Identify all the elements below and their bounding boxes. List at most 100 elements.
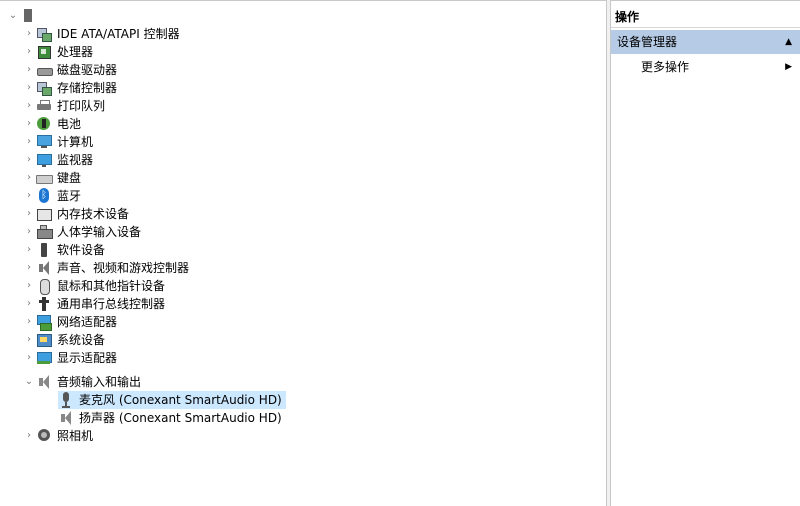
tree-item-label: 蓝牙: [57, 189, 82, 203]
tree-item-computer[interactable]: › 计算机: [22, 133, 93, 151]
processor-icon: [36, 44, 52, 60]
chevron-right-icon[interactable]: ›: [22, 241, 36, 259]
tree-item-software[interactable]: › 软件设备: [22, 241, 105, 259]
chevron-right-icon[interactable]: ›: [22, 349, 36, 367]
tree-item-disk[interactable]: › 磁盘驱动器: [22, 61, 117, 79]
tree-item-audio-io[interactable]: ⌄ 音频输入和输出: [22, 373, 141, 391]
tree-item-label: 人体学输入设备: [57, 225, 142, 239]
submenu-arrow-icon: ▶: [785, 62, 792, 72]
tree-item-speaker[interactable]: 扬声器 (Conexant SmartAudio HD): [58, 409, 282, 427]
tree-item-label: 显示适配器: [57, 351, 118, 365]
tree-item-microphone[interactable]: 麦克风 (Conexant SmartAudio HD): [58, 391, 286, 409]
chevron-right-icon[interactable]: ›: [22, 25, 36, 43]
chevron-right-icon[interactable]: ›: [22, 79, 36, 97]
chevron-right-icon[interactable]: ›: [22, 97, 36, 115]
tree-item-memory[interactable]: › 内存技术设备: [22, 205, 129, 223]
chevron-right-icon[interactable]: ›: [22, 223, 36, 241]
tree-root[interactable]: ⌄: [6, 7, 41, 25]
tree-item-monitor[interactable]: › 监视器: [22, 151, 93, 169]
more-actions-label: 更多操作: [641, 60, 690, 74]
mouse-icon: [36, 278, 52, 295]
system-device-icon: [36, 332, 52, 348]
monitor-icon: [36, 152, 52, 168]
actions-header: 操作: [611, 6, 800, 28]
bluetooth-icon: ᛒ: [39, 188, 49, 203]
tree-item-printer[interactable]: › 打印队列: [22, 97, 105, 115]
chevron-down-icon[interactable]: ⌄: [22, 373, 36, 391]
chevron-right-icon[interactable]: ›: [22, 169, 36, 187]
camera-icon: [36, 428, 52, 444]
chevron-right-icon[interactable]: ›: [22, 427, 36, 445]
chevron-right-icon[interactable]: ›: [22, 115, 36, 133]
tree-item-label: 键盘: [57, 171, 82, 185]
hid-icon: [36, 224, 53, 240]
section-label: 设备管理器: [617, 35, 678, 49]
storage-controller-icon: [36, 80, 52, 96]
tree-item-label: 扬声器 (Conexant SmartAudio HD): [79, 411, 282, 425]
tree-item-label: 系统设备: [57, 333, 106, 347]
chevron-right-icon[interactable]: ›: [22, 151, 36, 169]
tree-item-network[interactable]: › 网络适配器: [22, 313, 117, 331]
tree-item-label: 音频输入和输出: [57, 375, 142, 389]
speaker-icon: [58, 410, 74, 426]
tree-item-label: 软件设备: [57, 243, 106, 257]
device-tree-pane: ⌄ › IDE ATA/ATAPI 控制器 › 处理器 › 磁盘驱动器 › 存储…: [0, 0, 606, 506]
tree-item-label: 鼠标和其他指针设备: [57, 279, 166, 293]
computer-icon: [36, 134, 52, 150]
keyboard-icon: [36, 170, 53, 186]
ide-controller-icon: [36, 26, 52, 42]
tree-item-label: IDE ATA/ATAPI 控制器: [57, 27, 180, 41]
tree-item-hid[interactable]: › 人体学输入设备: [22, 223, 141, 241]
tree-item-label: 通用串行总线控制器: [57, 297, 166, 311]
tree-item-label: 电池: [57, 117, 82, 131]
chevron-right-icon[interactable]: ›: [22, 61, 36, 79]
collapse-up-icon[interactable]: ▲: [785, 30, 792, 54]
chevron-right-icon[interactable]: ›: [22, 259, 36, 277]
tree-item-battery[interactable]: › 电池: [22, 115, 81, 133]
actions-section-device-manager[interactable]: 设备管理器 ▲: [611, 30, 800, 54]
chevron-right-icon[interactable]: ›: [22, 187, 36, 205]
tree-item-sound[interactable]: › 声音、视频和游戏控制器: [22, 259, 189, 277]
chevron-right-icon[interactable]: ›: [22, 133, 36, 151]
more-actions-item[interactable]: 更多操作 ▶: [611, 56, 800, 78]
chevron-right-icon[interactable]: ›: [22, 295, 36, 313]
chevron-right-icon[interactable]: ›: [22, 205, 36, 223]
tree-item-label: 处理器: [57, 45, 94, 59]
network-adapter-icon: [36, 314, 52, 331]
computer-root-icon: [20, 8, 36, 24]
tree-item-camera[interactable]: › 照相机: [22, 427, 93, 445]
tree-item-label: 网络适配器: [57, 315, 118, 329]
battery-icon: [36, 116, 52, 132]
tree-item-system[interactable]: › 系统设备: [22, 331, 105, 349]
chevron-right-icon[interactable]: ›: [22, 43, 36, 61]
printer-icon: [36, 98, 52, 114]
display-adapter-icon: [36, 350, 52, 366]
tree-item-processor[interactable]: › 处理器: [22, 43, 93, 61]
sound-controller-icon: [36, 260, 52, 276]
tree-item-label: 内存技术设备: [57, 207, 130, 221]
chevron-right-icon[interactable]: ›: [22, 277, 36, 295]
tree-item-bluetooth[interactable]: › ᛒ 蓝牙: [22, 187, 81, 205]
software-device-icon: [36, 242, 52, 258]
tree-item-label: 打印队列: [57, 99, 106, 113]
tree-item-keyboard[interactable]: › 键盘: [22, 169, 81, 187]
audio-io-icon: [36, 374, 52, 390]
tree-item-ide[interactable]: › IDE ATA/ATAPI 控制器: [22, 25, 180, 43]
microphone-icon: [58, 392, 74, 408]
memory-device-icon: [36, 206, 52, 222]
tree-item-label: 照相机: [57, 429, 94, 443]
tree-item-storage[interactable]: › 存储控制器: [22, 79, 117, 97]
chevron-down-icon[interactable]: ⌄: [6, 7, 20, 25]
chevron-right-icon[interactable]: ›: [22, 313, 36, 331]
tree-item-usb[interactable]: › 通用串行总线控制器: [22, 295, 165, 313]
disk-drive-icon: [36, 62, 53, 78]
tree-item-label: 磁盘驱动器: [57, 63, 118, 77]
tree-item-label: 计算机: [57, 135, 94, 149]
action-pane: 操作 设备管理器 ▲ 更多操作 ▶: [611, 0, 800, 506]
tree-item-label: 存储控制器: [57, 81, 118, 95]
tree-item-display[interactable]: › 显示适配器: [22, 349, 117, 367]
usb-icon: [36, 296, 52, 312]
tree-item-mouse[interactable]: › 鼠标和其他指针设备: [22, 277, 165, 295]
chevron-right-icon[interactable]: ›: [22, 331, 36, 349]
tree-item-label: 声音、视频和游戏控制器: [57, 261, 190, 275]
